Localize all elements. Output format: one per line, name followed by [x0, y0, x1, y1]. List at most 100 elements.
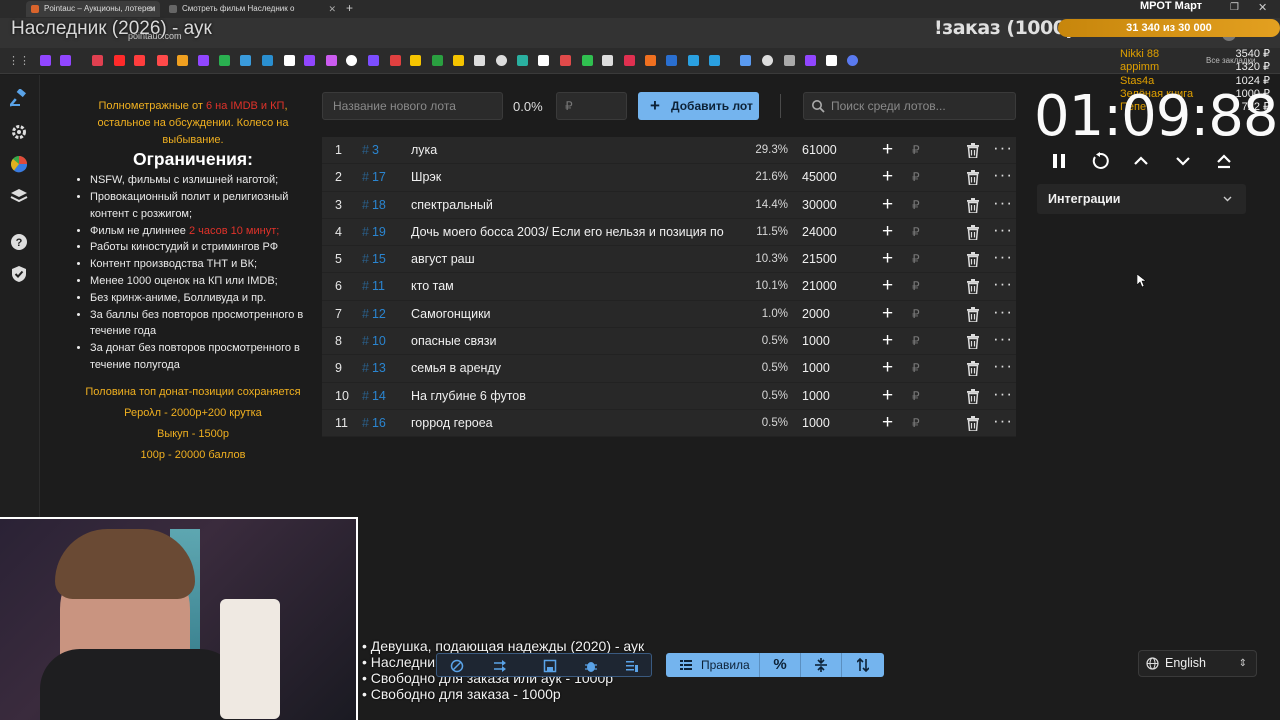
- integrations-dropdown[interactable]: Интеграции: [1037, 184, 1246, 214]
- add-amount-button[interactable]: +: [882, 221, 893, 243]
- add-lot-button[interactable]: + Добавить лот: [638, 92, 759, 120]
- gear-icon[interactable]: [10, 123, 28, 141]
- lot-row[interactable]: 5 #15 август раш 10.3% 21500 + ₽ ···: [322, 246, 1016, 274]
- lot-name[interactable]: На глубине 6 футов: [411, 389, 741, 403]
- new-tab-icon[interactable]: +: [346, 1, 353, 15]
- trash-icon[interactable]: [966, 143, 980, 158]
- add-amount-button[interactable]: +: [882, 248, 893, 270]
- pause-icon[interactable]: [1050, 152, 1068, 170]
- bookmark-icon[interactable]: [198, 55, 209, 66]
- trash-icon[interactable]: [966, 170, 980, 186]
- add-amount-button[interactable]: +: [882, 385, 893, 407]
- layers-icon[interactable]: [10, 187, 28, 205]
- bookmark-icon[interactable]: [560, 55, 571, 66]
- lot-number[interactable]: #13: [362, 361, 386, 375]
- compact-view-toggle[interactable]: [801, 653, 842, 677]
- bookmark-icon[interactable]: [784, 55, 795, 66]
- add-amount-button[interactable]: +: [882, 275, 893, 297]
- add-amount-input[interactable]: ₽: [912, 307, 920, 321]
- bookmark-icon[interactable]: [602, 55, 613, 66]
- bookmark-icon[interactable]: [134, 55, 145, 66]
- lot-number[interactable]: #17: [362, 170, 386, 184]
- bookmark-icon[interactable]: [453, 55, 464, 66]
- lot-number[interactable]: #10: [362, 334, 386, 348]
- bookmark-icon[interactable]: [410, 55, 421, 66]
- lot-amount[interactable]: 1000: [802, 334, 830, 348]
- tab-pointauc[interactable]: Pointauc – Аукционы, лотереи ✕: [26, 1, 160, 17]
- bookmark-icon[interactable]: [762, 55, 773, 66]
- help-icon[interactable]: ?: [10, 233, 28, 251]
- bookmark-icon[interactable]: [432, 55, 443, 66]
- add-amount-button[interactable]: +: [882, 303, 893, 325]
- bookmark-icon[interactable]: [847, 55, 858, 66]
- more-options-icon[interactable]: ···: [993, 411, 1013, 431]
- lot-number[interactable]: #12: [362, 307, 386, 321]
- bookmark-icon[interactable]: [390, 55, 401, 66]
- lot-amount[interactable]: 1000: [802, 361, 830, 375]
- bookmark-icon[interactable]: [60, 55, 71, 66]
- add-amount-input[interactable]: ₽: [912, 170, 920, 184]
- lot-number[interactable]: #14: [362, 389, 386, 403]
- restore-window-icon[interactable]: ❐: [1230, 2, 1239, 13]
- bookmark-icon[interactable]: [157, 55, 168, 66]
- lot-amount[interactable]: 61000: [802, 143, 837, 157]
- add-amount-button[interactable]: +: [882, 194, 893, 216]
- tab-film[interactable]: Смотреть фильм Наследник о ✕: [164, 1, 340, 17]
- bookmark-icon[interactable]: [40, 55, 51, 66]
- more-options-icon[interactable]: ···: [993, 384, 1013, 404]
- lot-row[interactable]: 9 #13 семья в аренду 0.5% 1000 + ₽ ···: [322, 355, 1016, 383]
- lot-amount[interactable]: 45000: [802, 170, 837, 184]
- language-select[interactable]: English ⇕: [1138, 650, 1257, 677]
- more-options-icon[interactable]: ···: [993, 302, 1013, 322]
- lot-amount[interactable]: 21500: [802, 252, 837, 266]
- lot-number[interactable]: #11: [362, 279, 385, 293]
- lot-name[interactable]: август раш: [411, 252, 741, 266]
- bookmark-icon[interactable]: [666, 55, 677, 66]
- lot-name[interactable]: кто там: [411, 279, 741, 293]
- lot-name[interactable]: горрод героеа: [411, 416, 741, 430]
- lot-search-input[interactable]: [803, 92, 1016, 120]
- lot-name[interactable]: Дочь моего босса 2003/ Если его нельзя и…: [411, 225, 741, 239]
- trash-icon[interactable]: [966, 252, 980, 268]
- lot-name[interactable]: Самогонщики: [411, 307, 741, 321]
- trash-icon[interactable]: [966, 224, 980, 240]
- bug-icon[interactable]: [584, 659, 598, 673]
- lot-name[interactable]: опасные связи: [411, 334, 741, 348]
- more-options-icon[interactable]: ···: [993, 165, 1013, 185]
- bookmark-icon[interactable]: [740, 55, 751, 66]
- trash-icon[interactable]: [966, 306, 980, 322]
- lot-number[interactable]: #19: [362, 225, 386, 239]
- bookmark-icon[interactable]: [688, 55, 699, 66]
- lot-row[interactable]: 1 #3 лука 29.3% 61000 + ₽ ···: [322, 137, 1016, 165]
- bookmark-icon[interactable]: [826, 55, 837, 66]
- bookmark-icon[interactable]: [624, 55, 635, 66]
- more-options-icon[interactable]: ···: [993, 193, 1013, 213]
- delete-all-icon[interactable]: [625, 659, 639, 673]
- rules-button[interactable]: Правила: [666, 653, 760, 677]
- lot-amount[interactable]: 1000: [802, 389, 830, 403]
- bookmark-icon[interactable]: [284, 55, 295, 66]
- auction-hammer-icon[interactable]: [10, 89, 28, 107]
- lot-row[interactable]: 7 #12 Самогонщики 1.0% 2000 + ₽ ···: [322, 300, 1016, 329]
- lot-name[interactable]: лука: [411, 143, 741, 157]
- lot-amount[interactable]: 2000: [802, 307, 830, 321]
- lot-row[interactable]: 3 #18 спектральный 14.4% 30000 + ₽ ···: [322, 191, 1016, 219]
- bookmark-icon[interactable]: [304, 55, 315, 66]
- new-lot-amount-input[interactable]: [556, 92, 627, 120]
- more-options-icon[interactable]: ···: [993, 247, 1013, 267]
- more-options-icon[interactable]: ···: [993, 356, 1013, 376]
- bookmark-icon[interactable]: [474, 55, 485, 66]
- add-amount-input[interactable]: ₽: [912, 198, 920, 212]
- double-chevron-up-icon[interactable]: [1215, 152, 1233, 170]
- add-amount-input[interactable]: ₽: [912, 334, 920, 348]
- bookmark-icon[interactable]: [517, 55, 528, 66]
- chevron-down-icon[interactable]: [1174, 152, 1192, 170]
- lot-number[interactable]: #15: [362, 252, 386, 266]
- bookmark-icon[interactable]: [805, 55, 816, 66]
- bookmark-icon[interactable]: [538, 55, 549, 66]
- more-options-icon[interactable]: ···: [993, 138, 1013, 158]
- close-tab-icon[interactable]: ✕: [328, 1, 336, 17]
- wheel-icon[interactable]: [10, 155, 28, 173]
- trash-icon[interactable]: [966, 279, 980, 295]
- bookmark-icon[interactable]: [645, 55, 656, 66]
